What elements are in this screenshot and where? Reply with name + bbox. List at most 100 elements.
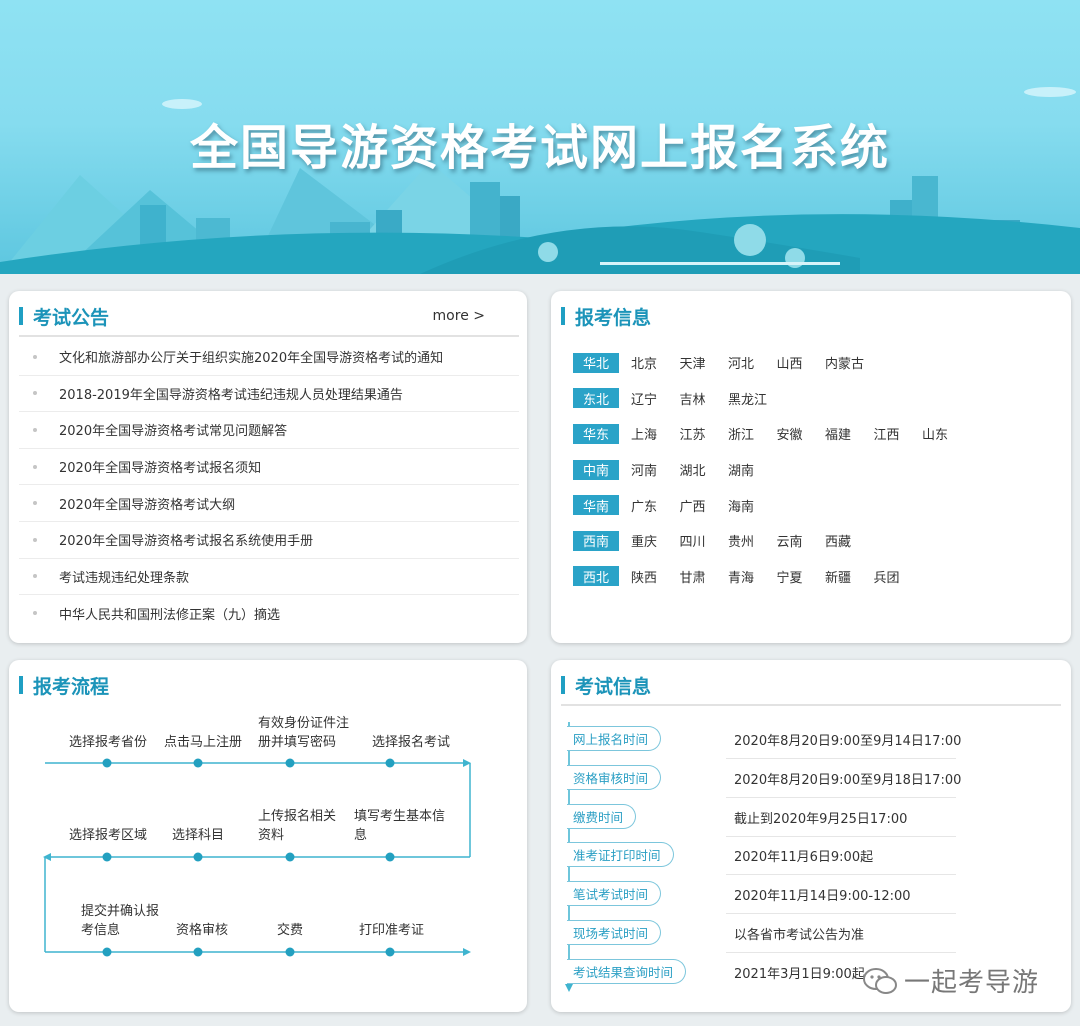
bullet-icon [33,537,37,542]
region-row: 华东 上海 江苏 浙江 安徽 福建 江西 山东 [573,416,971,452]
exam-time-value: 2020年11月14日9:00-12:00 [734,889,911,905]
region-row: 西北 陕西 甘肃 青海 宁夏 新疆 兵团 [573,559,971,595]
announcements-header: 考试公告 more > [19,303,517,329]
announcements-panel: 考试公告 more > 文化和旅游部办公厅关于组织实施2020年全国导游资格考试… [9,291,527,643]
province-link[interactable]: 宁夏 [777,567,826,586]
announcement-item[interactable]: 2020年全国导游资格考试报名系统使用手册 [19,522,519,559]
bullet-icon [33,391,37,396]
row-divider [726,874,956,876]
province-link[interactable]: 陕西 [631,567,680,586]
province-link[interactable]: 北京 [631,353,680,372]
announcement-link[interactable]: 2018-2019年全国导游资格考试违纪违规人员处理结果通告 [59,384,403,403]
exam-time-value: 2021年3月1日9:00起 [734,966,865,982]
province-link[interactable]: 西藏 [825,531,874,550]
process-step-label: 提交并确认报 考信息 [81,904,160,938]
exam-info-panel: 考试信息 网上报名时间 2020年8月20日9:00至9月14日17:00 资格审核… [551,660,1071,1012]
bullet-icon [33,354,37,359]
exam-time-value: 2020年11月6日9:00起 [734,850,874,866]
arrow-left-icon [43,853,51,861]
announcement-link[interactable]: 中华人民共和国刑法修正案（九）摘选 [59,604,280,623]
process-panel: 报考流程 选择报考省份 点击马上注册 有效身份证件注 册并填写密码 选择报名考试 … [9,660,527,1012]
arrow-right-icon [463,948,471,956]
province-link[interactable]: 江西 [874,424,923,443]
province-link[interactable]: 福建 [825,424,874,443]
province-link[interactable]: 山东 [922,424,971,443]
watermark: 一起考导游 [862,962,1039,999]
announcement-item[interactable]: 考试违规违纪处理条款 [19,559,519,596]
province-link[interactable]: 湖北 [680,460,729,479]
process-step-label: 选择报名考试 [372,735,451,750]
region-row: 东北 辽宁 吉林 黑龙江 [573,381,971,417]
row-divider [726,913,956,915]
arrow-down-icon [565,984,573,992]
more-link[interactable]: more > [433,308,485,324]
province-link[interactable]: 云南 [777,531,826,550]
province-link[interactable]: 安徽 [777,424,826,443]
announcement-list: 文化和旅游部办公厅关于组织实施2020年全国导游资格考试的通知 2018-2019… [19,339,519,632]
bullet-icon [33,501,37,506]
process-step-label: 资格审核 [176,923,229,938]
exam-time-label: 考试结果查询时间 [567,958,687,984]
province-link[interactable]: 甘肃 [680,567,729,586]
bullet-icon [33,574,37,579]
province-link[interactable]: 河南 [631,460,680,479]
province-link[interactable]: 湖南 [728,460,777,479]
row-divider [726,835,956,837]
row-divider [726,758,956,759]
exam-time-label: 现场考试时间 [567,920,662,945]
province-link[interactable]: 黑龙江 [728,389,777,408]
process-step-label: 点击马上注册 [164,735,243,750]
exam-time-value: 2020年8月20日9:00至9月18日17:00 [734,772,962,788]
exam-time-value: 以各省市考试公告为准 [734,928,865,943]
province-link[interactable]: 青海 [728,567,777,586]
province-link[interactable]: 兵团 [874,567,923,586]
exam-time-label: 资格审核时间 [567,764,662,790]
province-link[interactable]: 广西 [680,496,729,515]
region-row: 华北 北京 天津 河北 山西 内蒙古 [573,345,971,381]
province-link[interactable]: 海南 [728,496,777,515]
registration-info-title: 报考信息 [575,306,652,329]
province-link[interactable]: 河北 [728,353,777,372]
region-row: 中南 河南 湖北 湖南 [573,452,971,488]
announcement-link[interactable]: 2020年全国导游资格考试报名须知 [59,457,261,476]
announcement-item[interactable]: 2018-2019年全国导游资格考试违纪违规人员处理结果通告 [19,376,519,413]
announcement-item[interactable]: 中华人民共和国刑法修正案（九）摘选 [19,595,519,632]
announcement-link[interactable]: 考试违规违纪处理条款 [59,567,189,586]
province-link[interactable]: 上海 [631,424,680,443]
province-link[interactable]: 江苏 [680,424,729,443]
region-row: 西南 重庆 四川 贵州 云南 西藏 [573,523,971,559]
divider [19,335,519,337]
province-link[interactable]: 内蒙古 [825,353,874,372]
announcement-link[interactable]: 2020年全国导游资格考试常见问题解答 [59,420,287,439]
province-link[interactable]: 新疆 [825,567,874,586]
province-link[interactable]: 四川 [680,531,729,550]
province-link[interactable]: 重庆 [631,531,680,550]
announcement-link[interactable]: 2020年全国导游资格考试大纲 [59,494,235,513]
province-link[interactable]: 贵州 [728,531,777,550]
province-link[interactable]: 吉林 [680,389,729,408]
announcement-link[interactable]: 文化和旅游部办公厅关于组织实施2020年全国导游资格考试的通知 [59,347,443,366]
header-banner: 全国导游资格考试网上报名系统 [0,0,1080,274]
province-link[interactable]: 辽宁 [631,389,680,408]
registration-info-panel: 报考信息 华北 北京 天津 河北 山西 内蒙古 东北 辽宁 吉林 黑龙江 华东 上海 江苏 浙江 安徽 福建江… [551,291,1071,643]
announcement-item[interactable]: 2020年全国导游资格考试报名须知 [19,449,519,486]
province-link[interactable]: 天津 [680,353,729,372]
announcement-link[interactable]: 2020年全国导游资格考试报名系统使用手册 [59,530,313,549]
announcement-item[interactable]: 2020年全国导游资格考试大纲 [19,485,519,522]
process-step-label: 选择报考省份 [69,735,148,750]
region-list: 华北 北京 天津 河北 山西 内蒙古 东北 辽宁 吉林 黑龙江 华东 上海 江苏 浙江 安徽 福建 江西 山东 中南… [573,345,971,594]
watermark-text: 一起考导游 [904,968,1040,998]
province-link[interactable]: 山西 [777,353,826,372]
process-step-label: 填写考生基本信息 [354,809,446,843]
province-link[interactable]: 浙江 [728,424,777,443]
process-step-label: 选择报考区域 [69,828,148,843]
province-link[interactable]: 广东 [631,496,680,515]
region-tag: 西北 [573,566,619,587]
title-accent-bar [561,307,565,325]
process-step-label: 选择科目 [172,828,225,843]
process-step-label: 上传报名相关 资料 [258,809,337,843]
region-tag: 华北 [573,352,619,373]
announcement-item[interactable]: 2020年全国导游资格考试常见问题解答 [19,412,519,449]
announcement-item[interactable]: 文化和旅游部办公厅关于组织实施2020年全国导游资格考试的通知 [19,339,519,376]
bullet-icon [33,427,37,432]
